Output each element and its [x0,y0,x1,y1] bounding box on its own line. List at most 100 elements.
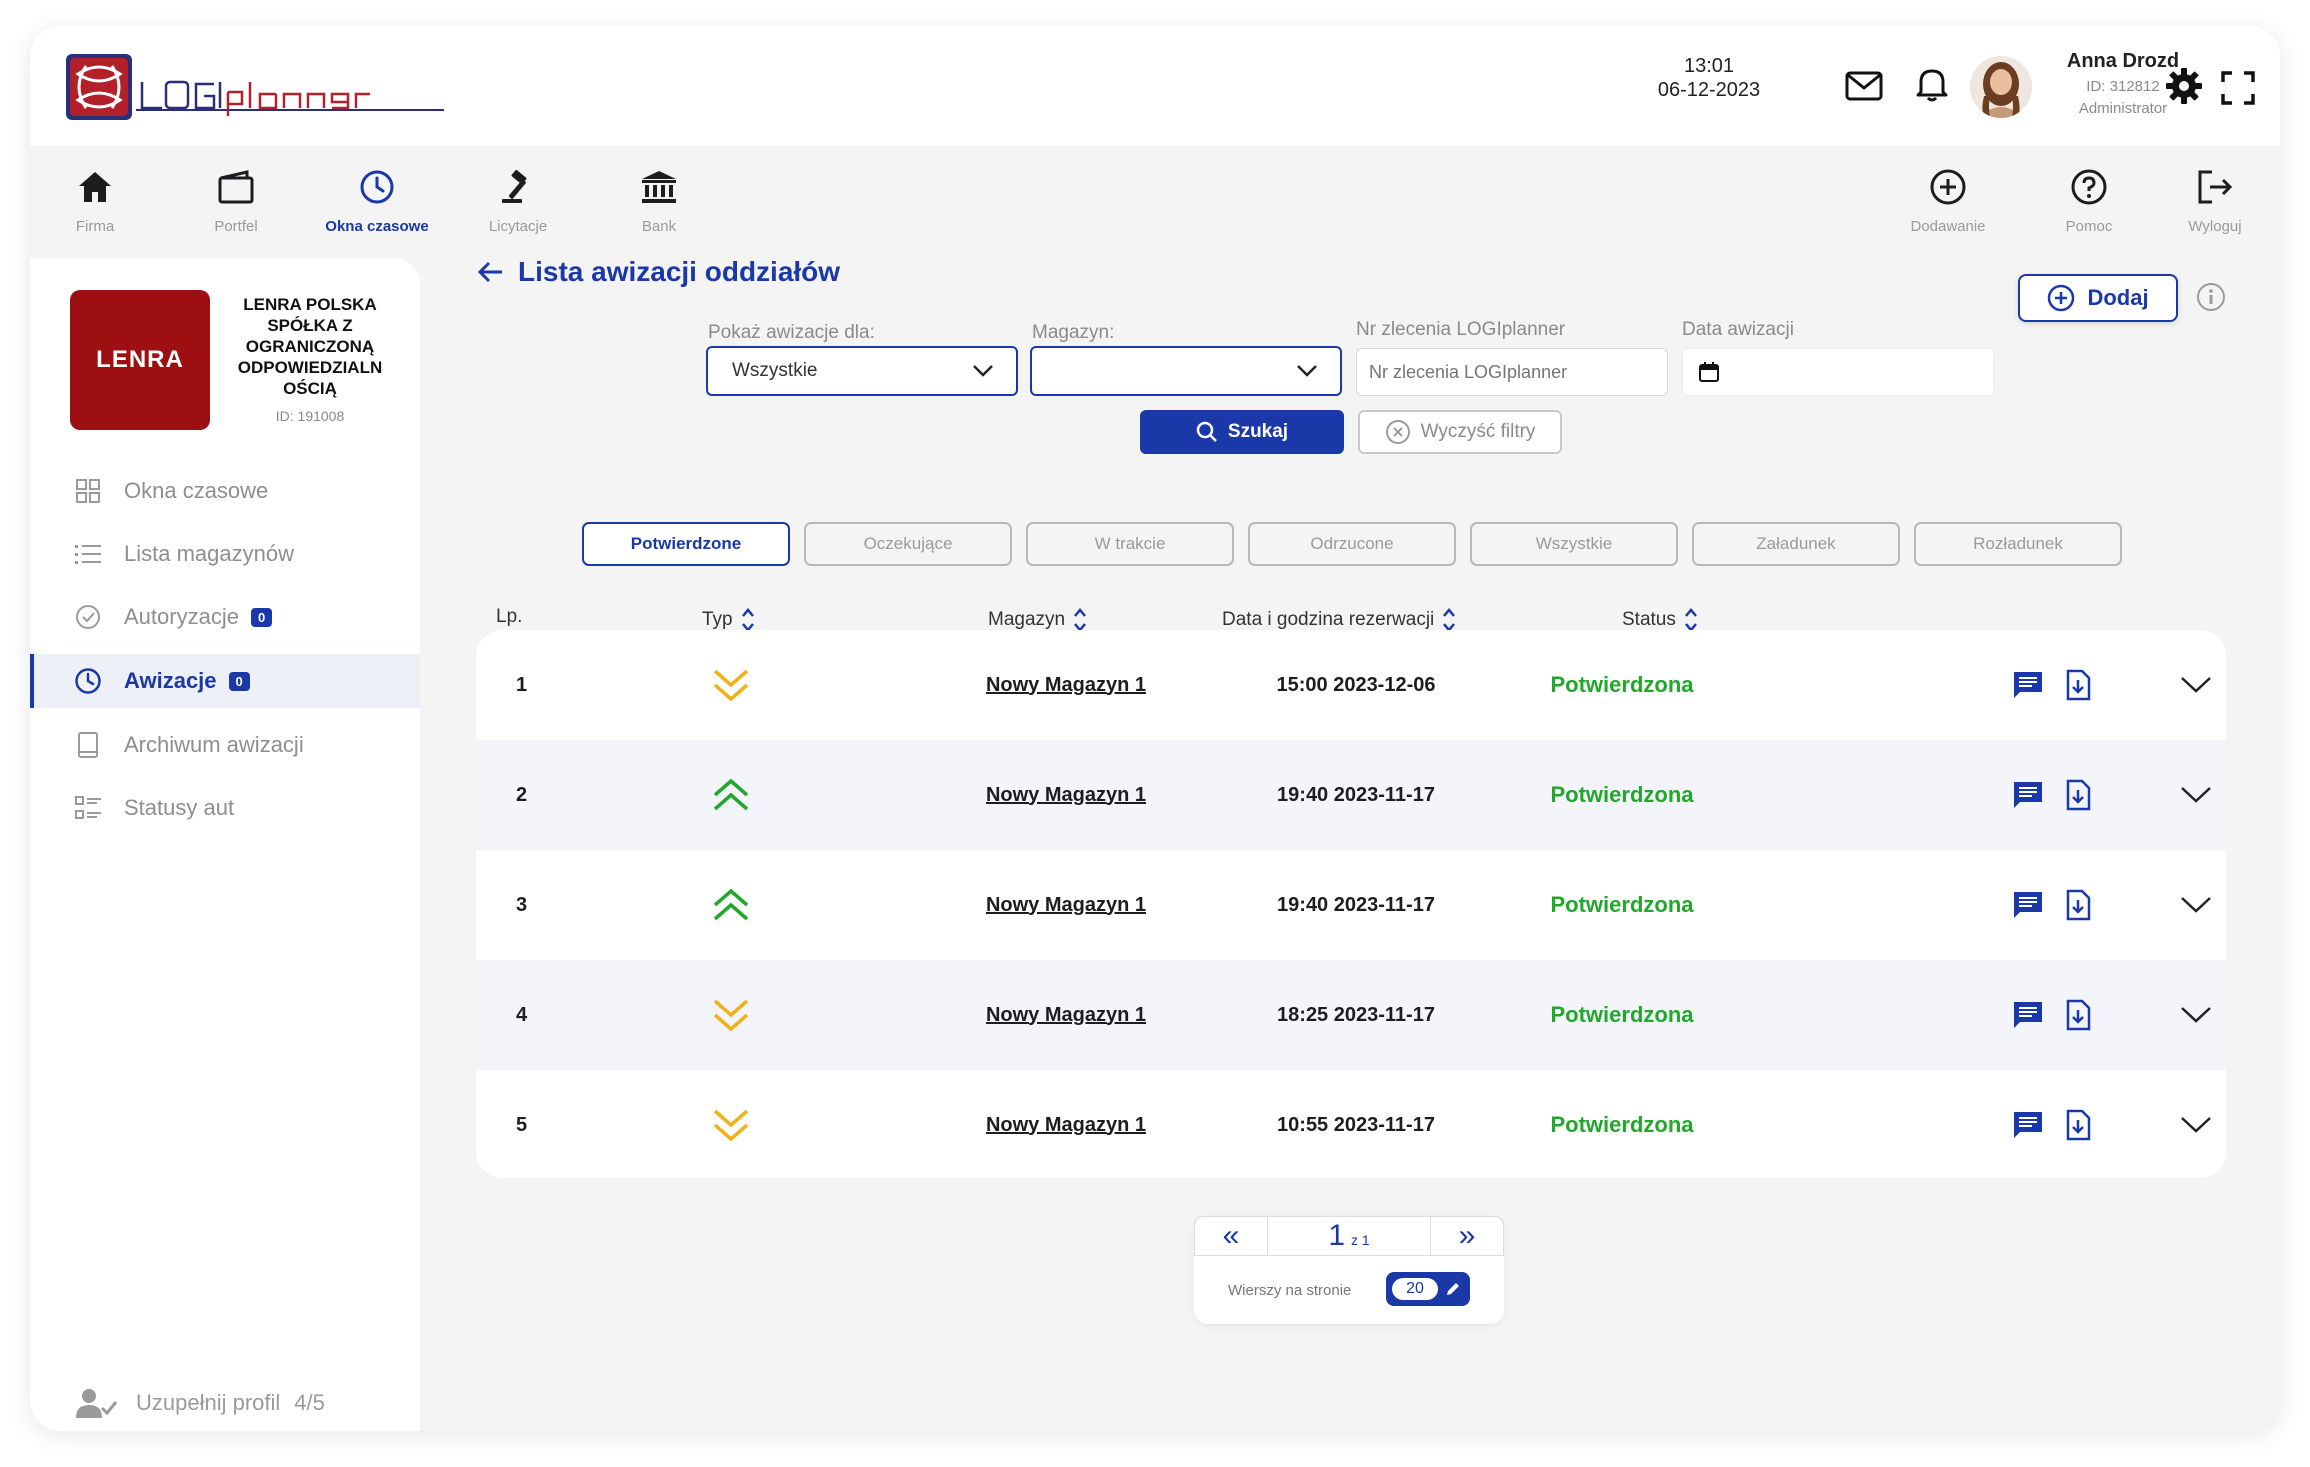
nav-dodawanie[interactable]: Dodawanie [1883,162,2013,242]
bell-icon[interactable] [1910,62,1954,106]
rows-per-page-value[interactable]: 20 [1392,1278,1438,1300]
sidebar-item-awizacje[interactable]: Awizacje 0 [30,654,420,708]
gavel-icon [453,162,583,212]
sidebar-item-lista-magazynow[interactable]: Lista magazynów [30,527,420,581]
show-for-label: Pokaż awizacje dla: [708,322,875,343]
nav-wyloguj[interactable]: Wyloguj [2150,162,2280,242]
warehouse-link[interactable]: Nowy Magazyn 1 [916,850,1216,960]
column-header-label: Status [1622,609,1676,630]
avatar[interactable] [1970,56,2032,118]
page-title-text: Lista awizacji oddziałów [518,256,841,287]
warehouse-label: Magazyn: [1032,322,1115,343]
pagination-next-button[interactable]: » [1430,1216,1504,1256]
comment-icon[interactable] [2008,740,2048,850]
company-id: ID: 191008 [275,408,345,424]
date-label: Data awizacji [1682,319,1794,340]
count-badge: 0 [250,607,273,627]
table-row[interactable]: 3 Nowy Magazyn 1 19:40 2023-11-17 Potwie… [476,850,2226,960]
download-document-icon[interactable] [2058,740,2098,850]
download-document-icon[interactable] [2058,1070,2098,1178]
reservation-datetime: 18:25 2023-11-17 [1277,1003,1435,1026]
tab-zaladunek[interactable]: Załadunek [1692,522,1900,566]
chevron-down-icon[interactable] [2176,630,2216,740]
comment-icon[interactable] [2008,630,2048,740]
profile-completion[interactable]: Uzupełnij profil 4/5 [76,1388,325,1418]
company-name: LENRA POLSKA SPÓŁKA Z OGRANICZONĄ ODPOWI… [237,295,383,398]
sidebar-item-label: Okna czasowe [124,478,269,503]
clear-filters-label: Wyczyść filtry [1420,421,1536,442]
nav-portfel[interactable]: Portfel [171,162,301,242]
search-button-label: Szukaj [1227,421,1289,442]
mail-icon[interactable] [1842,64,1886,108]
warehouse-link[interactable]: Nowy Magazyn 1 [916,1070,1216,1178]
sidebar-item-autoryzacje[interactable]: Autoryzacje 0 [30,590,420,644]
nav-label: Bank [641,218,677,235]
warehouse-link[interactable]: Nowy Magazyn 1 [916,630,1216,740]
show-for-select[interactable]: Wszystkie [706,346,1018,396]
comment-icon[interactable] [2008,960,2048,1070]
status-label: Potwierdzona [1550,672,1694,697]
chevron-down-icon[interactable] [2176,850,2216,960]
comment-icon[interactable] [2008,1070,2048,1178]
comment-icon[interactable] [2008,850,2048,960]
warehouse-select[interactable] [1030,346,1342,396]
back-arrow-icon[interactable] [478,261,504,283]
table-row[interactable]: 4 Nowy Magazyn 1 18:25 2023-11-17 Potwie… [476,960,2226,1070]
gear-icon[interactable] [2162,64,2206,108]
chevron-down-icon[interactable] [2176,960,2216,1070]
warehouse-link[interactable]: Nowy Magazyn 1 [916,960,1216,1070]
column-header-label: Magazyn [988,609,1066,630]
table-row[interactable]: 5 Nowy Magazyn 1 10:55 2023-11-17 Potwie… [476,1070,2226,1178]
tab-rozladunek[interactable]: Rozładunek [1914,522,2122,566]
fullscreen-icon[interactable] [2216,66,2260,110]
tab-oczekujace[interactable]: Oczekujące [804,522,1012,566]
count-badge: 0 [228,671,250,691]
nav-okna-czasowe[interactable]: Okna czasowe [312,162,442,242]
info-icon[interactable] [2196,282,2226,312]
pagination-current-page: 1 z 1 [1268,1216,1430,1256]
search-button[interactable]: Szukaj [1140,410,1344,454]
total-pages: z 1 [1351,1232,1370,1248]
chevron-down-icon[interactable] [2176,1070,2216,1178]
nav-label: Portfel [214,218,258,235]
rows-per-page-control[interactable]: 20 [1386,1272,1470,1306]
sidebar-item-statusy-aut[interactable]: Statusy aut [30,781,420,835]
table-row[interactable]: 1 Nowy Magazyn 1 15:00 2023-12-06 Potwie… [476,630,2226,740]
nav-firma[interactable]: Firma [30,162,160,242]
home-icon [30,162,160,212]
add-button[interactable]: Dodaj [2018,274,2178,322]
checklist-icon [74,794,102,822]
nav-pomoc[interactable]: Pomoc [2024,162,2154,242]
tab-wszystkie[interactable]: Wszystkie [1470,522,1678,566]
pagination-prev-button[interactable]: « [1194,1216,1268,1256]
unloading-arrow-icon [706,960,756,1070]
table-row[interactable]: 2 Nowy Magazyn 1 19:40 2023-11-17 Potwie… [476,740,2226,850]
reservation-datetime: 19:40 2023-11-17 [1277,893,1435,916]
logiplanner-logo[interactable] [64,52,454,122]
row-number: 2 [516,783,528,806]
sidebar-item-archiwum-awizacji[interactable]: Archiwum awizacji [30,718,420,772]
unloading-arrow-icon [706,1070,756,1178]
order-number-input[interactable] [1356,348,1668,396]
chevron-down-icon[interactable] [2176,740,2216,850]
profile-completion-label: Uzupełnij profil [136,1390,281,1415]
warehouse-link[interactable]: Nowy Magazyn 1 [916,740,1216,850]
download-document-icon[interactable] [2058,850,2098,960]
show-for-value: Wszystkie [732,360,818,381]
date-input[interactable] [1682,348,1994,396]
tab-w-trakcie[interactable]: W trakcie [1026,522,1234,566]
nav-licytacje[interactable]: Licytacje [453,162,583,242]
download-document-icon[interactable] [2058,630,2098,740]
bank-icon [594,162,724,212]
pencil-icon[interactable] [1445,1281,1461,1297]
loading-arrow-icon [706,850,756,960]
clear-filters-button[interactable]: Wyczyść filtry [1358,410,1562,454]
row-number: 3 [516,893,528,916]
nav-bank[interactable]: Bank [594,162,724,242]
top-bar: 13:01 06-12-2023 Anna Drozd ID: 312812 A… [30,26,2280,146]
calendar-icon [1699,362,1719,382]
download-document-icon[interactable] [2058,960,2098,1070]
tab-odrzucone[interactable]: Odrzucone [1248,522,1456,566]
sidebar-item-okna-czasowe[interactable]: Okna czasowe [30,464,420,518]
tab-potwierdzone[interactable]: Potwierdzone [582,522,790,566]
